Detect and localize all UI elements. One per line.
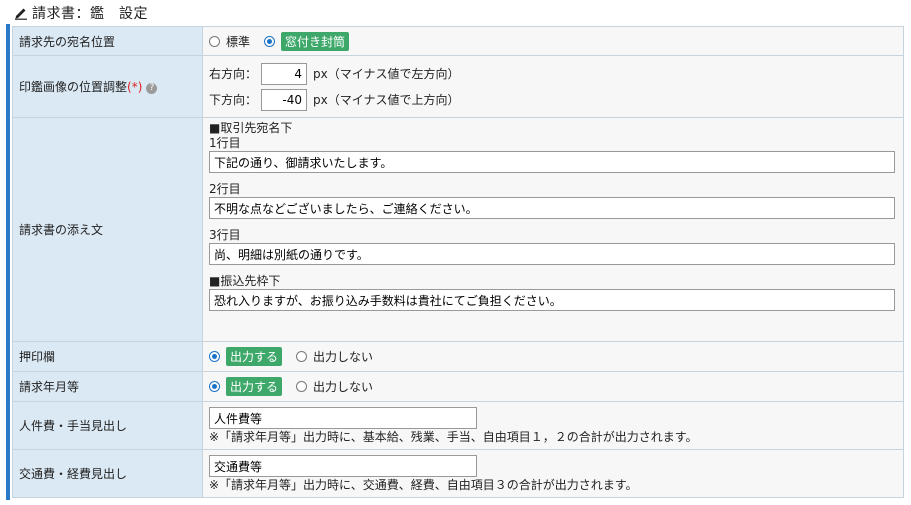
radio-billing-no-output[interactable]	[296, 381, 308, 392]
radio-stamp-no-output[interactable]	[296, 351, 308, 362]
billing-output-label: 出力する	[226, 377, 283, 396]
transfer-note-input[interactable]	[209, 289, 895, 311]
help-icon[interactable]: ?	[146, 83, 158, 94]
line2-input[interactable]	[209, 197, 895, 219]
option-window-envelope-label: 窓付き封筒	[281, 31, 350, 51]
address-position-option-window-envelope[interactable]: 窓付き封筒	[264, 31, 350, 51]
billing-month-label: 請求年月等	[12, 371, 203, 402]
address-position-radio-group: 標準 窓付き封筒	[209, 31, 903, 51]
down-offset-input[interactable]	[261, 88, 307, 111]
cover-text-section-heading: ■取引先宛名下	[209, 121, 293, 135]
seal-offset-down-row: 下方向： px（マイナス値で上方向）	[209, 87, 903, 113]
row-stamp-box: 押印欄 出力する 出力しない	[12, 341, 904, 372]
down-offset-unit: px（マイナス値で上方向）	[313, 93, 460, 107]
stamp-box-option-no-output[interactable]: 出力しない	[296, 348, 373, 365]
radio-window-envelope[interactable]	[264, 35, 276, 47]
stamp-box-radio-group: 出力する 出力しない	[209, 347, 903, 366]
row-address-position: 請求先の宛名位置 標準 窓付き封筒	[12, 26, 904, 56]
transport-heading-note: ※「請求年月等」出力時に、交通費、経費、自由項目３の合計が出力されます。	[209, 478, 638, 492]
cover-text-label: 請求書の添え文	[12, 117, 203, 342]
option-standard-label: 標準	[226, 34, 251, 49]
line3-input[interactable]	[209, 243, 895, 265]
address-position-label: 請求先の宛名位置	[12, 26, 203, 56]
billing-month-option-no-output[interactable]: 出力しない	[296, 378, 373, 395]
personnel-heading-label: 人件費・手当見出し	[12, 401, 203, 450]
line3-label: 3行目	[209, 228, 241, 242]
stamp-box-label: 押印欄	[12, 341, 203, 372]
page-header: 請求書：鑑 設定	[14, 2, 148, 24]
personnel-heading-input[interactable]	[209, 407, 477, 429]
row-seal-offset: 印鑑画像の位置調整(*)? 右方向： px（マイナス値で左方向） 下方向： px…	[12, 55, 904, 118]
row-personnel-heading: 人件費・手当見出し ※「請求年月等」出力時に、基本給、残業、手当、自由項目１，２…	[12, 401, 904, 450]
line1-input[interactable]	[209, 151, 895, 173]
billing-month-radio-group: 出力する 出力しない	[209, 377, 903, 396]
required-mark: (*)	[127, 80, 143, 94]
stamp-box-option-output[interactable]: 出力する	[209, 347, 283, 366]
personnel-heading-note: ※「請求年月等」出力時に、基本給、残業、手当、自由項目１，２の合計が出力されます…	[209, 430, 698, 444]
radio-billing-output[interactable]	[209, 381, 220, 392]
transfer-section-heading: ■振込先枠下	[209, 274, 281, 288]
address-position-option-standard[interactable]: 標準	[209, 33, 250, 50]
radio-standard[interactable]	[209, 35, 220, 47]
right-direction-label: 右方向：	[209, 67, 258, 81]
transport-heading-input[interactable]	[209, 455, 477, 477]
settings-form-table: 請求先の宛名位置 標準 窓付き封筒 印鑑画像の位置調整(*)? 右方向： 4 p…	[12, 26, 904, 498]
billing-month-option-output[interactable]: 出力する	[209, 377, 283, 396]
row-billing-month: 請求年月等 出力する 出力しない	[12, 371, 904, 402]
seal-offset-right-row: 右方向： px（マイナス値で左方向）	[209, 61, 903, 87]
billing-no-output-label: 出力しない	[313, 380, 374, 394]
stamp-no-output-label: 出力しない	[313, 350, 374, 364]
line1-label: 1行目	[209, 136, 241, 150]
right-offset-unit: px（マイナス値で左方向）	[313, 67, 460, 81]
page-title: 請求書：鑑 設定	[32, 6, 148, 22]
right-offset-input[interactable]	[261, 62, 307, 85]
radio-stamp-output[interactable]	[209, 351, 220, 362]
line2-label: 2行目	[209, 182, 241, 196]
left-accent-bar	[6, 24, 10, 500]
row-cover-text: 請求書の添え文 ■取引先宛名下 1行目 2行目 3行目 ■振込先枠下	[12, 117, 904, 342]
pencil-icon	[15, 8, 27, 20]
down-direction-label: 下方向：	[209, 93, 258, 107]
stamp-output-label: 出力する	[226, 347, 283, 366]
transport-heading-label: 交通費・経費見出し	[12, 449, 203, 498]
seal-offset-label: 印鑑画像の位置調整	[19, 80, 128, 94]
row-transport-heading: 交通費・経費見出し ※「請求年月等」出力時に、交通費、経費、自由項目３の合計が出…	[12, 449, 904, 498]
